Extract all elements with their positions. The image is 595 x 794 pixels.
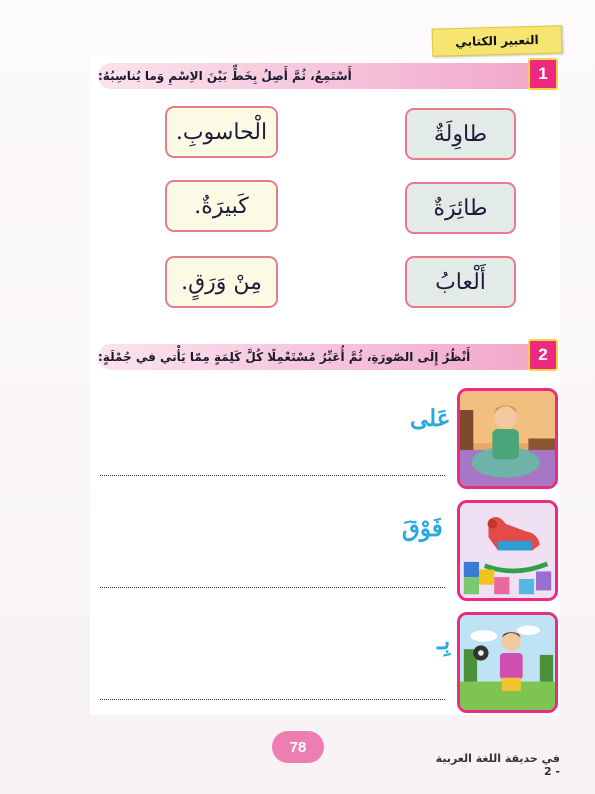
answer-line-3[interactable]	[100, 699, 445, 700]
exercise-1-number: 1	[528, 58, 558, 90]
section-tag: التعبير الكتابي	[431, 25, 563, 57]
keyword-1: عَلى	[410, 405, 451, 432]
exercise-2-number: 2	[528, 339, 558, 371]
book-title: في حديقة اللغة العربية - 2	[435, 752, 560, 778]
noun-box-1[interactable]: طاوِلَةٌ	[405, 108, 516, 160]
keyword-2: فَوْقَ	[402, 515, 443, 542]
image-boy-on-bed	[457, 388, 558, 489]
image-boy-with-ball	[457, 612, 558, 713]
description-box-3[interactable]: مِنْ وَرَقٍ.	[165, 256, 278, 308]
description-box-2[interactable]: كَبيرَةٌ.	[165, 180, 278, 232]
exercise-1-instruction: أَسْتَمِعُ، ثُمَّ أَصِلُ بِخَطٍّ بَيْنَ …	[98, 69, 352, 83]
exercise-1-instruction-bar: أَسْتَمِعُ، ثُمَّ أَصِلُ بِخَطٍّ بَيْنَ …	[98, 63, 530, 89]
page: التعبير الكتابي أَسْتَمِعُ، ثُمَّ أَصِلُ…	[0, 0, 595, 794]
answer-line-1[interactable]	[100, 475, 445, 476]
page-number: 78	[272, 731, 324, 763]
noun-box-2[interactable]: طائِرَةٌ	[405, 182, 516, 234]
exercise-2-instruction: أَنْظُرُ إِلَى الصّورَةِ، ثُمَّ أُعَبِّر…	[98, 350, 471, 364]
answer-line-2[interactable]	[100, 587, 445, 588]
description-box-1[interactable]: الْحاسوبِ.	[165, 106, 278, 158]
exercise-2-instruction-bar: أَنْظُرُ إِلَى الصّورَةِ، ثُمَّ أُعَبِّر…	[98, 344, 530, 370]
image-rocking-horse	[457, 500, 558, 601]
noun-box-3[interactable]: أَلْعابُ	[405, 256, 516, 308]
keyword-3: بِـ	[437, 628, 451, 655]
